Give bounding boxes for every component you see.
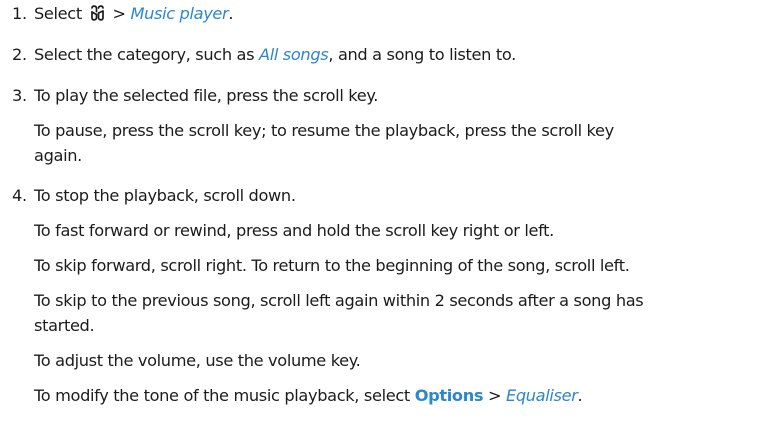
music-player-link[interactable]: Music player: [130, 4, 228, 23]
step-4-note-line: To fast forward or rewind, press and hol…: [34, 221, 554, 240]
step-text: Select the category, such as All songs, …: [34, 45, 516, 64]
step-number: 2.: [12, 45, 27, 64]
step-text: Select > Music player.: [34, 4, 233, 23]
all-songs-link[interactable]: All songs: [259, 45, 329, 64]
options-menu-label[interactable]: Options: [415, 386, 484, 405]
step-prefix: Select: [34, 4, 82, 23]
menu-key-icon: [90, 5, 104, 21]
menu-separator: >: [487, 386, 502, 405]
step-prefix: Select the category, such as: [34, 45, 255, 64]
step-text: To play the selected file, press the scr…: [34, 86, 379, 105]
step-number: 4.: [12, 186, 27, 205]
step-text: To stop the playback, scroll down.: [34, 186, 296, 205]
step-suffix: , and a song to listen to.: [328, 45, 516, 64]
equaliser-link[interactable]: Equaliser: [506, 386, 578, 405]
menu-separator: >: [112, 4, 126, 23]
instruction-list: 1. Select > Music player. 2. Select the …: [0, 0, 760, 426]
step-suffix: .: [228, 4, 234, 23]
line-prefix: To modify the tone of the music playback…: [34, 386, 410, 405]
step-number: 3.: [12, 86, 27, 105]
step-number: 1.: [12, 4, 27, 23]
line-suffix: .: [577, 386, 583, 405]
step-3-note-line: To pause, press the scroll key; to resum…: [34, 121, 614, 140]
step-4-equaliser-line: To modify the tone of the music playback…: [34, 386, 583, 405]
step-3-note-line: again.: [34, 146, 82, 165]
step-4-note-line: To skip forward, scroll right. To return…: [34, 256, 630, 275]
step-4-note-line: To skip to the previous song, scroll lef…: [34, 291, 644, 310]
step-4-note-line: started.: [34, 316, 95, 335]
step-4-note-line: To adjust the volume, use the volume key…: [34, 351, 361, 370]
